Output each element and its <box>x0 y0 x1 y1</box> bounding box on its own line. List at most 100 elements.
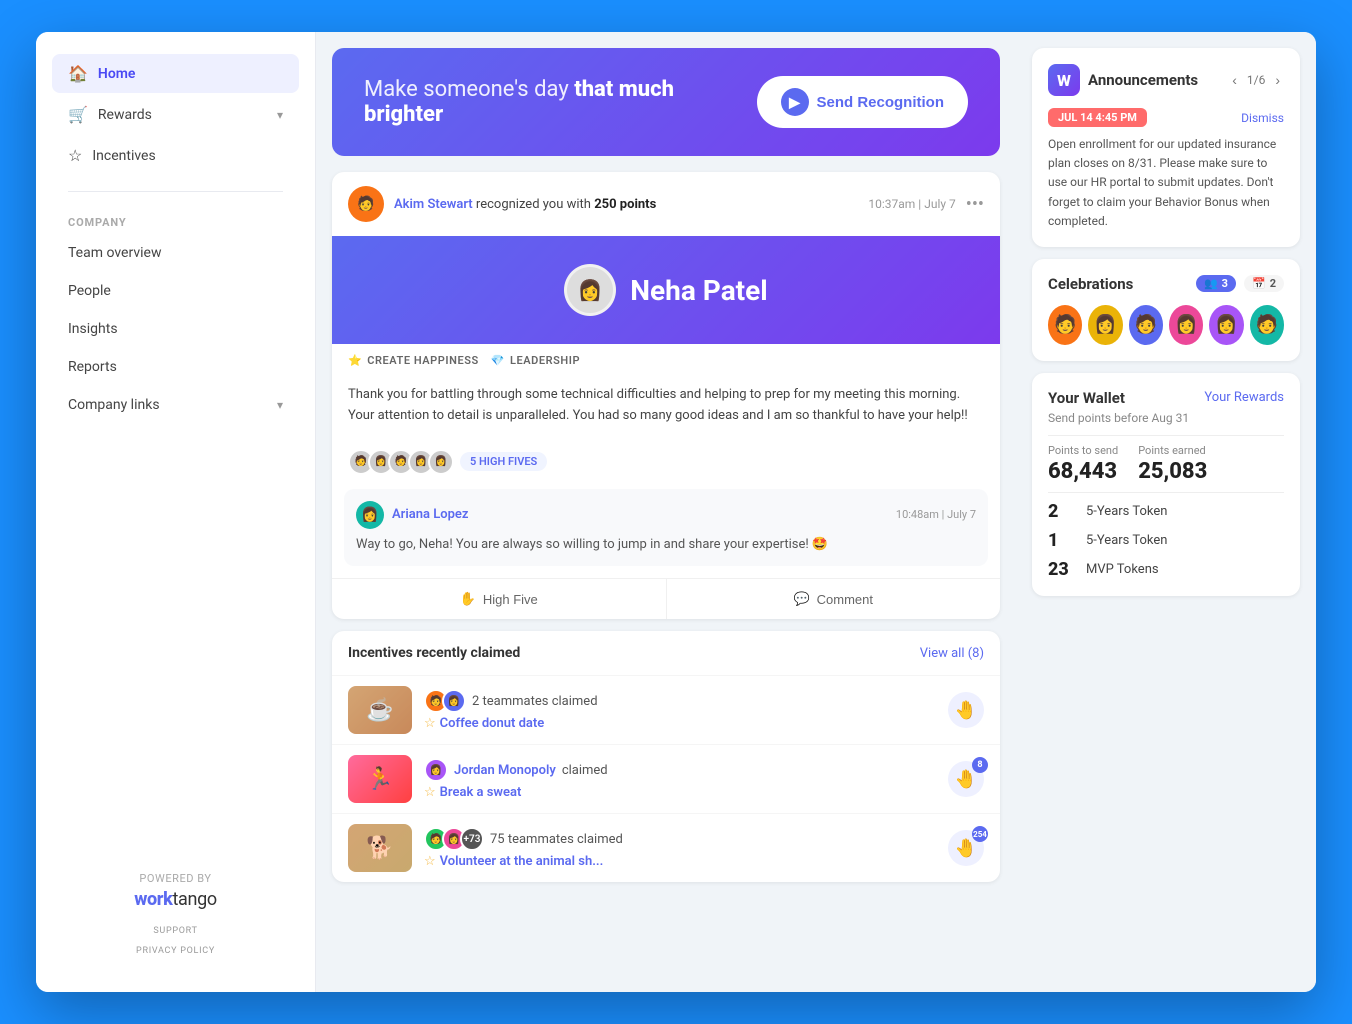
incentive-avatar-stack-0: 🧑 👩 <box>424 689 466 713</box>
sidebar-nav-top: 🏠 Home 🛒 Rewards ▾ ☆ Incentives COMPANY … <box>36 52 315 425</box>
incentive-item-2: 🐕 🧑 👩 +73 75 teammates claimed <box>332 813 1000 882</box>
comment-text: Way to go, Neha! You are always so willi… <box>356 535 976 555</box>
announcements-pagination: ‹ 1/6 › <box>1228 70 1284 90</box>
commenter-avatar: 👩 <box>356 501 384 529</box>
privacy-link[interactable]: PRIVACY POLICY <box>52 946 299 956</box>
rec-sender-text: Akim Stewart recognized you with 250 poi… <box>394 197 858 212</box>
recipient-avatar: 👩 <box>564 264 616 316</box>
points-to-send-label: Points to send <box>1048 444 1118 457</box>
sender-name-link[interactable]: Akim Stewart <box>394 197 473 212</box>
cel-avatar-3[interactable]: 👩 <box>1169 305 1203 345</box>
celebrations-badge-2[interactable]: 📅 2 <box>1244 275 1284 292</box>
incentives-icon: ☆ <box>68 146 82 165</box>
sidebar-divider <box>68 191 283 192</box>
wallet-divider <box>1048 435 1284 436</box>
page-total: 6 <box>1259 73 1266 87</box>
sidebar-item-home[interactable]: 🏠 Home <box>52 54 299 93</box>
sender-avatar: 🧑 <box>348 186 384 222</box>
comment-icon: 💬 <box>793 591 809 607</box>
support-link[interactable]: SUPPORT <box>52 926 299 936</box>
sidebar-section-company: COMPANY <box>52 208 299 233</box>
celebrations-avatars: 🧑 👩 🧑 👩 👩 🧑 <box>1048 305 1284 345</box>
high-five-label: High Five <box>483 592 538 607</box>
celebrations-badge-1-count: 3 <box>1222 277 1228 290</box>
send-recognition-button[interactable]: ▶ Send Recognition <box>757 76 969 128</box>
incentive-av-2-plus: +73 <box>460 827 484 851</box>
cel-avatar-2[interactable]: 🧑 <box>1129 305 1163 345</box>
rec-tag-1-label: LEADERSHIP <box>510 354 580 367</box>
your-rewards-link[interactable]: Your Rewards <box>1204 390 1284 405</box>
coffee-thumb-img: ☕ <box>348 686 412 734</box>
incentive-name-1[interactable]: Break a sweat <box>440 785 522 800</box>
announcements-prev-button[interactable]: ‹ <box>1228 70 1241 90</box>
celebrations-badge-1[interactable]: 👥 3 <box>1196 275 1236 292</box>
wallet-card: Your Wallet Your Rewards Send points bef… <box>1032 373 1300 596</box>
incentive-claimers-0: 2 teammates claimed <box>472 694 598 709</box>
wallet-token-1: 1 5-Years Token <box>1048 530 1284 551</box>
incentive-hand-0[interactable]: 🤚 <box>948 692 984 728</box>
dismiss-button[interactable]: Dismiss <box>1241 111 1284 125</box>
hf-avatar-5: 👩 <box>428 449 454 475</box>
celebrations-header: Celebrations 👥 3 📅 2 <box>1048 275 1284 293</box>
cel-avatar-1[interactable]: 👩 <box>1088 305 1122 345</box>
incentive-name-2[interactable]: Volunteer at the animal sh... <box>440 854 604 869</box>
incentive-claimer-name-1[interactable]: Jordan Monopoly <box>454 763 556 778</box>
sidebar-item-rewards-label: Rewards <box>98 107 152 123</box>
sidebar-item-incentives[interactable]: ☆ Incentives <box>52 136 299 175</box>
incentive-info-2: 🧑 👩 +73 75 teammates claimed ☆ Volunteer… <box>424 827 936 869</box>
celebrations-card: Celebrations 👥 3 📅 2 🧑 👩 🧑 👩 👩 🧑 <box>1032 259 1300 361</box>
high-five-button[interactable]: ✋ High Five <box>332 579 666 619</box>
token-count-1: 1 <box>1048 530 1076 551</box>
comment-button[interactable]: 💬 Comment <box>667 579 1001 619</box>
sidebar-item-home-label: Home <box>98 66 136 82</box>
wallet-token-0: 2 5-Years Token <box>1048 501 1284 522</box>
announcements-page: 1/6 <box>1247 73 1265 87</box>
points-to-send-stat: Points to send 68,443 <box>1048 444 1118 484</box>
incentive-hand-2[interactable]: 🤚 254 <box>948 830 984 866</box>
token-label-0: 5-Years Token <box>1086 504 1167 519</box>
points-earned-value: 25,083 <box>1138 459 1207 484</box>
points-to-send-value: 68,443 <box>1048 459 1118 484</box>
cel-avatar-0[interactable]: 🧑 <box>1048 305 1082 345</box>
send-recognition-icon: ▶ <box>781 88 809 116</box>
incentive-item-0: ☕ 🧑 👩 2 teammates claimed ☆ Coffe <box>332 675 1000 744</box>
high-fives-row: 🧑 👩 🧑 👩 👩 5 HIGH FIVES <box>332 441 1000 489</box>
sidebar-item-people[interactable]: People <box>52 273 299 309</box>
wallet-token-2: 23 MVP Tokens <box>1048 559 1284 580</box>
w-logo: W <box>1048 64 1080 96</box>
incentive-hand-1[interactable]: 🤚 8 <box>948 761 984 797</box>
rec-timestamp: 10:37am | July 7 <box>868 197 955 211</box>
recipient-name: Neha Patel <box>630 274 767 307</box>
sidebar-item-insights-label: Insights <box>68 321 118 337</box>
cel-avatar-5[interactable]: 🧑 <box>1250 305 1284 345</box>
cel-avatar-4[interactable]: 👩 <box>1209 305 1243 345</box>
sidebar-item-company-links[interactable]: Company links ▾ <box>52 387 299 423</box>
wallet-header: Your Wallet Your Rewards <box>1048 389 1284 407</box>
view-all-link[interactable]: View all (8) <box>920 646 984 661</box>
recognition-header: 🧑 Akim Stewart recognized you with 250 p… <box>332 172 1000 236</box>
sidebar-item-team-overview[interactable]: Team overview <box>52 235 299 271</box>
sidebar-item-rewards[interactable]: 🛒 Rewards ▾ <box>52 95 299 134</box>
sidebar-item-incentives-label: Incentives <box>92 148 155 164</box>
announce-actions: JUL 14 4:45 PM Dismiss <box>1048 108 1284 127</box>
comment-header: 👩 Ariana Lopez 10:48am | July 7 <box>356 501 976 529</box>
rec-options-button[interactable]: ••• <box>966 194 984 215</box>
sidebar-item-people-label: People <box>68 283 111 299</box>
app-container: 🏠 Home 🛒 Rewards ▾ ☆ Incentives COMPANY … <box>36 32 1316 992</box>
animal-thumb-img: 🐕 <box>348 824 412 872</box>
incentive-name-0[interactable]: Coffee donut date <box>440 716 545 731</box>
sidebar-item-team-overview-label: Team overview <box>68 245 161 261</box>
sidebar-item-reports[interactable]: Reports <box>52 349 299 385</box>
sidebar-footer: POWERED BY worktango SUPPORT PRIVACY POL… <box>36 856 315 972</box>
incentives-header: Incentives recently claimed View all (8) <box>332 631 1000 675</box>
token-count-2: 23 <box>1048 559 1076 580</box>
rec-tag-0-label: CREATE HAPPINESS <box>367 354 478 367</box>
incentive-thumb-2: 🐕 <box>348 824 412 872</box>
incentive-avatar-stack-2: 🧑 👩 +73 <box>424 827 484 851</box>
rec-tag-1-icon: 💎 <box>491 354 505 367</box>
sidebar-item-insights[interactable]: Insights <box>52 311 299 347</box>
comment-label: Comment <box>817 592 873 607</box>
announcements-next-button[interactable]: › <box>1271 70 1284 90</box>
incentive-info-1: 👩 Jordan Monopoly claimed ☆ Break a swea… <box>424 758 936 800</box>
high-fives-badge: 5 HIGH FIVES <box>460 452 547 471</box>
